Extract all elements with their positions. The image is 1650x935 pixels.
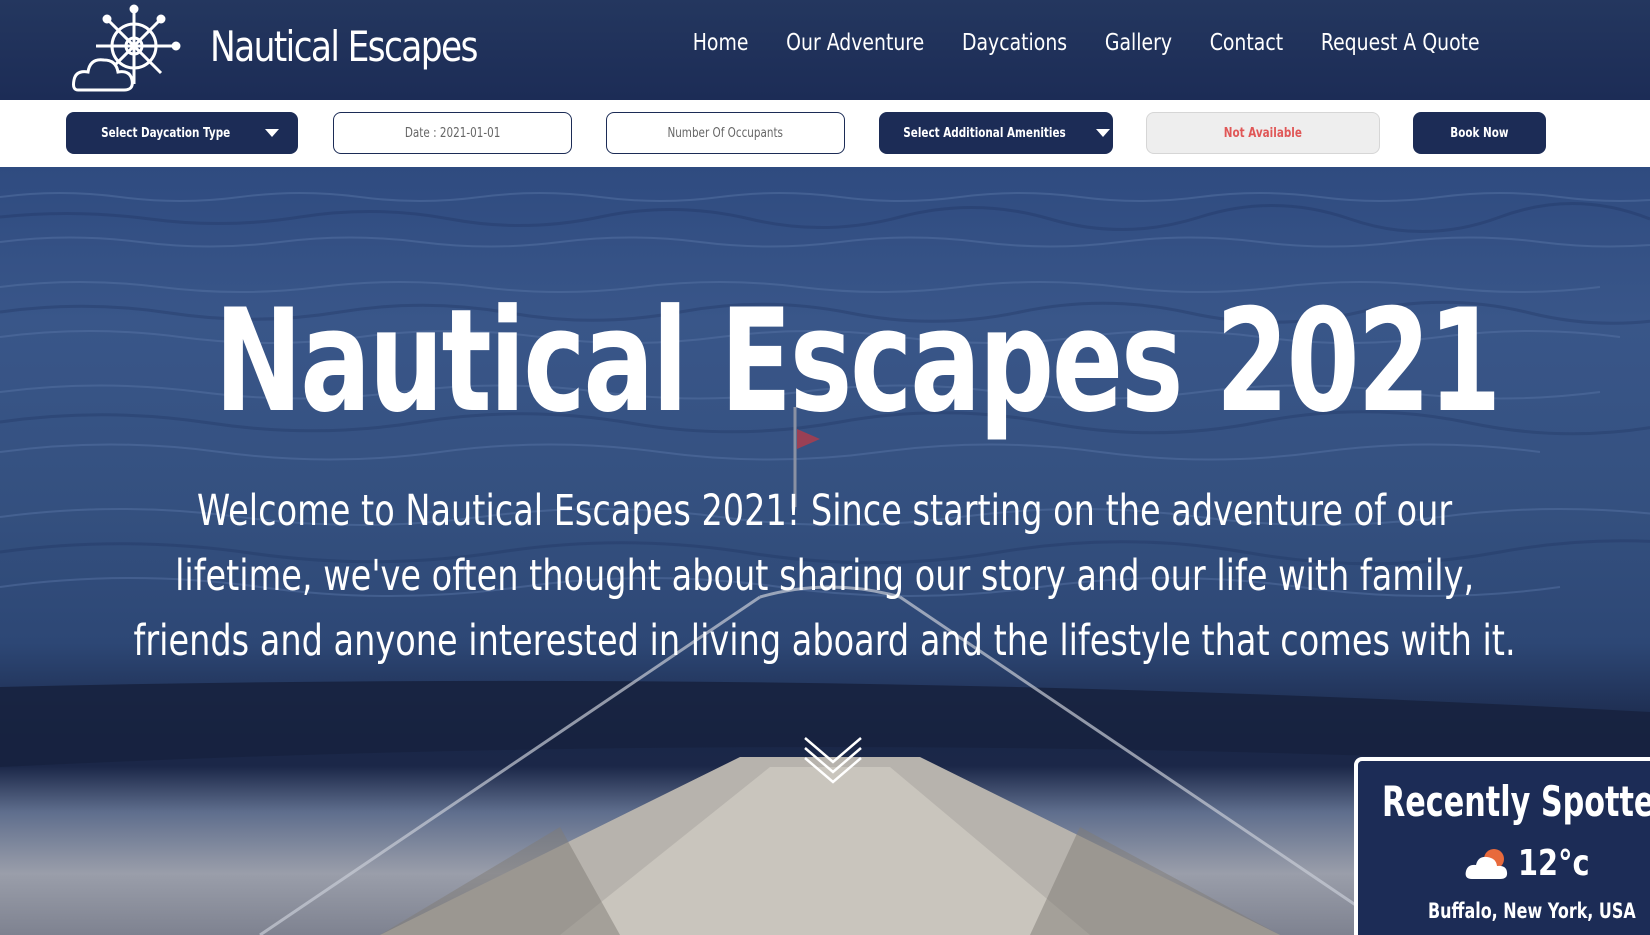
occupants-placeholder: Number Of Occupants bbox=[667, 125, 784, 141]
caret-down-icon bbox=[264, 129, 279, 137]
nav-gallery[interactable]: Gallery bbox=[1105, 30, 1172, 56]
weather-row: 12°c bbox=[1464, 843, 1607, 884]
nav-daycations[interactable]: Daycations bbox=[962, 30, 1067, 56]
double-chevron-down-icon[interactable] bbox=[801, 732, 865, 788]
main-nav: Home Our Adventure Daycations Gallery Co… bbox=[655, 30, 1480, 56]
recently-spotted-widget: Recently Spotted 12°c Buffalo, New York,… bbox=[1354, 757, 1650, 935]
daycation-type-select[interactable]: Select Daycation Type bbox=[66, 112, 298, 154]
nav-contact[interactable]: Contact bbox=[1210, 30, 1283, 56]
weather-location: Buffalo, New York, USA bbox=[1428, 899, 1636, 923]
amenities-label: Select Additional Amenities bbox=[902, 125, 1066, 141]
date-field[interactable]: Date : 2021-01-01 bbox=[333, 112, 572, 154]
availability-status-text: Not Available bbox=[1223, 125, 1303, 141]
date-field-value: Date : 2021-01-01 bbox=[404, 125, 501, 141]
book-now-label: Book Now bbox=[1450, 125, 1509, 141]
hero-title: Nautical Escapes 2021 bbox=[214, 279, 1502, 444]
brand-name[interactable]: Nautical Escapes bbox=[210, 22, 478, 71]
nav-our-adventure[interactable]: Our Adventure bbox=[786, 30, 924, 56]
caret-down-icon bbox=[1095, 129, 1110, 137]
hero-welcome-paragraph: Welcome to Nautical Escapes 2021! Since … bbox=[133, 486, 1517, 666]
recently-spotted-title: Recently Spotted bbox=[1382, 777, 1650, 826]
booking-bar: Select Daycation Type Date : 2021-01-01 … bbox=[0, 100, 1650, 167]
availability-status: Not Available bbox=[1146, 112, 1380, 154]
nav-request-quote[interactable]: Request A Quote bbox=[1321, 30, 1480, 56]
hero-welcome-text: Welcome to Nautical Escapes 2021! Since … bbox=[130, 479, 1520, 674]
nav-home[interactable]: Home bbox=[693, 30, 749, 56]
temperature: 12°c bbox=[1518, 843, 1590, 884]
cloud-sun-icon bbox=[1465, 848, 1508, 879]
site-header: Nautical Escapes Home Our Adventure Dayc… bbox=[0, 0, 1650, 100]
occupants-input[interactable]: Number Of Occupants bbox=[606, 112, 845, 154]
ship-wheel-logo-icon[interactable] bbox=[72, 4, 184, 96]
amenities-select[interactable]: Select Additional Amenities bbox=[879, 112, 1113, 154]
daycation-type-label: Select Daycation Type bbox=[101, 125, 231, 141]
book-now-button[interactable]: Book Now bbox=[1413, 112, 1546, 154]
